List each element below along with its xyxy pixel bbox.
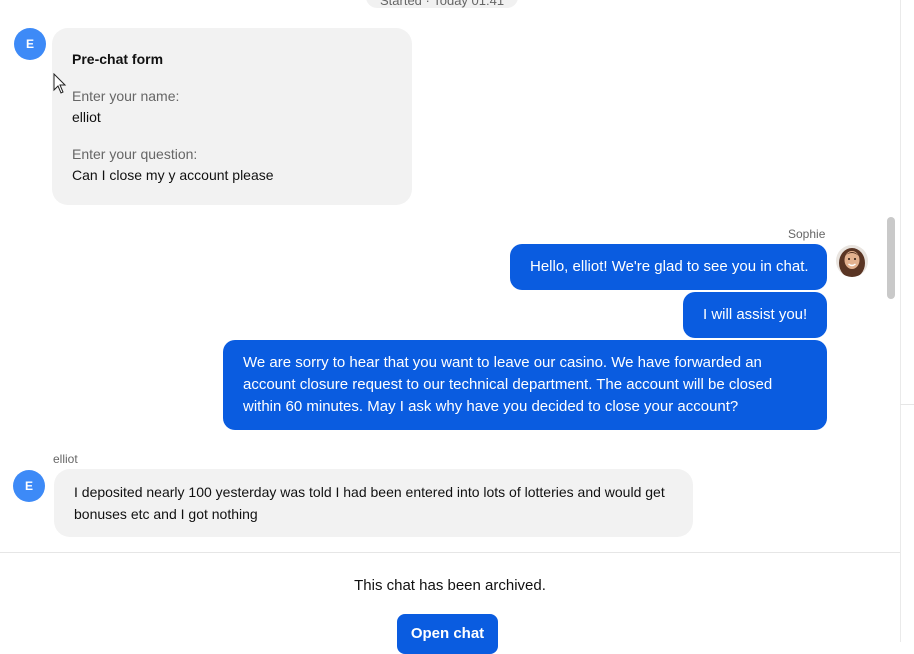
panel-divider <box>900 404 914 405</box>
archive-divider <box>0 552 900 553</box>
customer-message: I deposited nearly 100 yesterday was tol… <box>54 469 693 537</box>
agent-name: Sophie <box>788 227 826 241</box>
question-field-value: Can I close my y account please <box>72 167 274 183</box>
open-chat-button[interactable]: Open chat <box>397 614 498 654</box>
prechat-form-card: Pre-chat form Enter your name: elliot En… <box>52 28 412 205</box>
scrollbar-track[interactable] <box>900 0 901 642</box>
agent-portrait-icon <box>836 245 868 277</box>
agent-avatar <box>836 245 868 277</box>
agent-message: We are sorry to hear that you want to le… <box>223 340 827 430</box>
scrollbar-thumb[interactable] <box>887 217 895 299</box>
question-field-label: Enter your question: <box>72 146 198 162</box>
agent-message: I will assist you! <box>683 292 827 338</box>
customer-name: elliot <box>53 452 78 466</box>
chat-started-pill: Started · Today 01:41 <box>366 0 519 8</box>
agent-message: Hello, elliot! We're glad to see you in … <box>510 244 827 290</box>
prechat-form-title: Pre-chat form <box>72 51 164 67</box>
customer-avatar: E <box>13 470 45 502</box>
mouse-cursor-icon <box>53 73 67 94</box>
archived-notice: This chat has been archived. <box>354 577 546 594</box>
customer-avatar: E <box>14 28 46 60</box>
name-field-label: Enter your name: <box>72 88 180 104</box>
name-field-value: elliot <box>72 109 101 125</box>
